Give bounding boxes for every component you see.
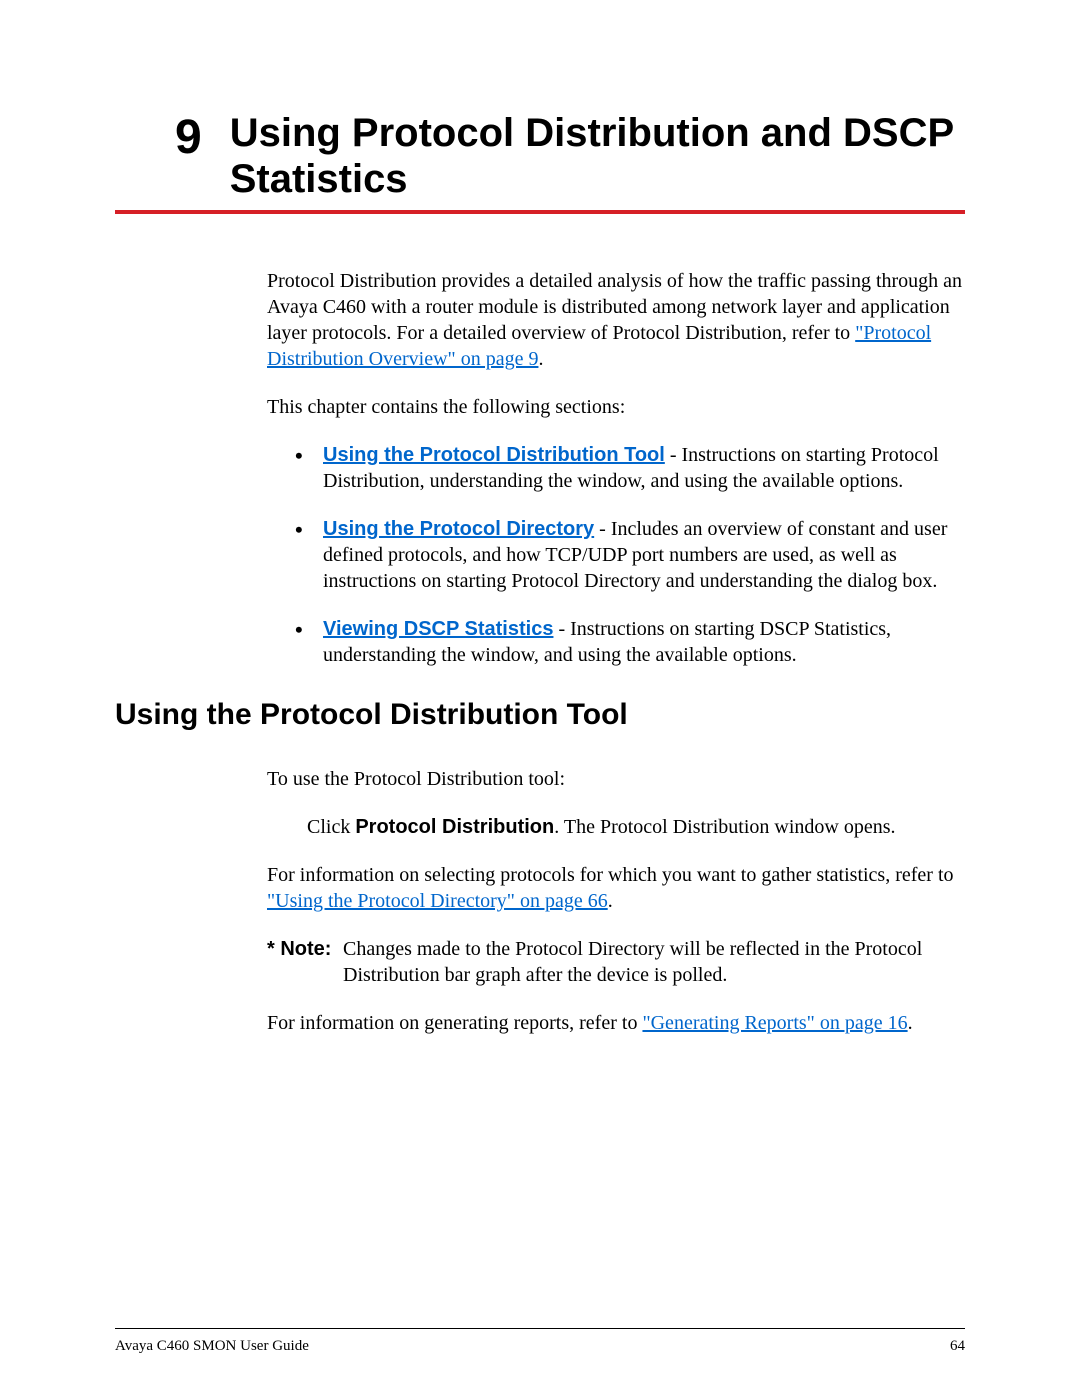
list-item: Using the Protocol Directory - Includes …	[295, 516, 965, 594]
footer-divider	[115, 1328, 965, 1329]
note-label: * Note:	[267, 936, 337, 962]
section-heading: Using the Protocol Distribution Tool	[115, 698, 965, 732]
intro-text-after: .	[538, 348, 543, 370]
list-item: Viewing DSCP Statistics - Instructions o…	[295, 616, 965, 668]
note-block: * Note: Changes made to the Protocol Dir…	[267, 936, 965, 988]
sections-intro: This chapter contains the following sect…	[267, 394, 965, 420]
footer-page-number: 64	[950, 1338, 965, 1355]
step-bold: Protocol Distribution	[355, 816, 554, 838]
step-paragraph: Click Protocol Distribution. The Protoco…	[307, 814, 965, 840]
link-generating-reports[interactable]: "Generating Reports" on page 16	[642, 1012, 907, 1034]
page: 9 Using Protocol Distribution and DSCP S…	[0, 0, 1080, 1397]
link-viewing-dscp-statistics[interactable]: Viewing DSCP Statistics	[323, 618, 553, 640]
chapter-title: Using Protocol Distribution and DSCP Sta…	[230, 110, 965, 202]
list-item: Using the Protocol Distribution Tool - I…	[295, 442, 965, 494]
p2-before: For information on selecting protocols f…	[267, 864, 954, 886]
p3-before: For information on generating reports, r…	[267, 1012, 642, 1034]
step-after: . The Protocol Distribution window opens…	[554, 816, 895, 838]
link-using-protocol-directory-page[interactable]: "Using the Protocol Directory" on page 6…	[267, 890, 608, 912]
p2-after: .	[608, 890, 613, 912]
step-before: Click	[307, 816, 355, 838]
chapter-number: 9	[175, 114, 202, 162]
paragraph-selecting-protocols: For information on selecting protocols f…	[267, 862, 965, 914]
section-lead: To use the Protocol Distribution tool:	[267, 766, 965, 792]
paragraph-generating-reports: For information on generating reports, r…	[267, 1010, 965, 1036]
section-bullets: Using the Protocol Distribution Tool - I…	[295, 442, 965, 668]
p3-after: .	[908, 1012, 913, 1034]
section-body: To use the Protocol Distribution tool: C…	[267, 766, 965, 1036]
chapter-divider	[115, 210, 965, 214]
note-text: Changes made to the Protocol Directory w…	[343, 936, 965, 988]
link-using-protocol-directory[interactable]: Using the Protocol Directory	[323, 518, 594, 540]
intro-paragraph: Protocol Distribution provides a detaile…	[267, 268, 965, 372]
link-using-protocol-distribution-tool[interactable]: Using the Protocol Distribution Tool	[323, 444, 665, 466]
footer-left: Avaya C460 SMON User Guide	[115, 1338, 309, 1355]
chapter-header: 9 Using Protocol Distribution and DSCP S…	[115, 110, 965, 202]
body-content: Protocol Distribution provides a detaile…	[267, 268, 965, 668]
page-footer: Avaya C460 SMON User Guide 64	[115, 1338, 965, 1355]
